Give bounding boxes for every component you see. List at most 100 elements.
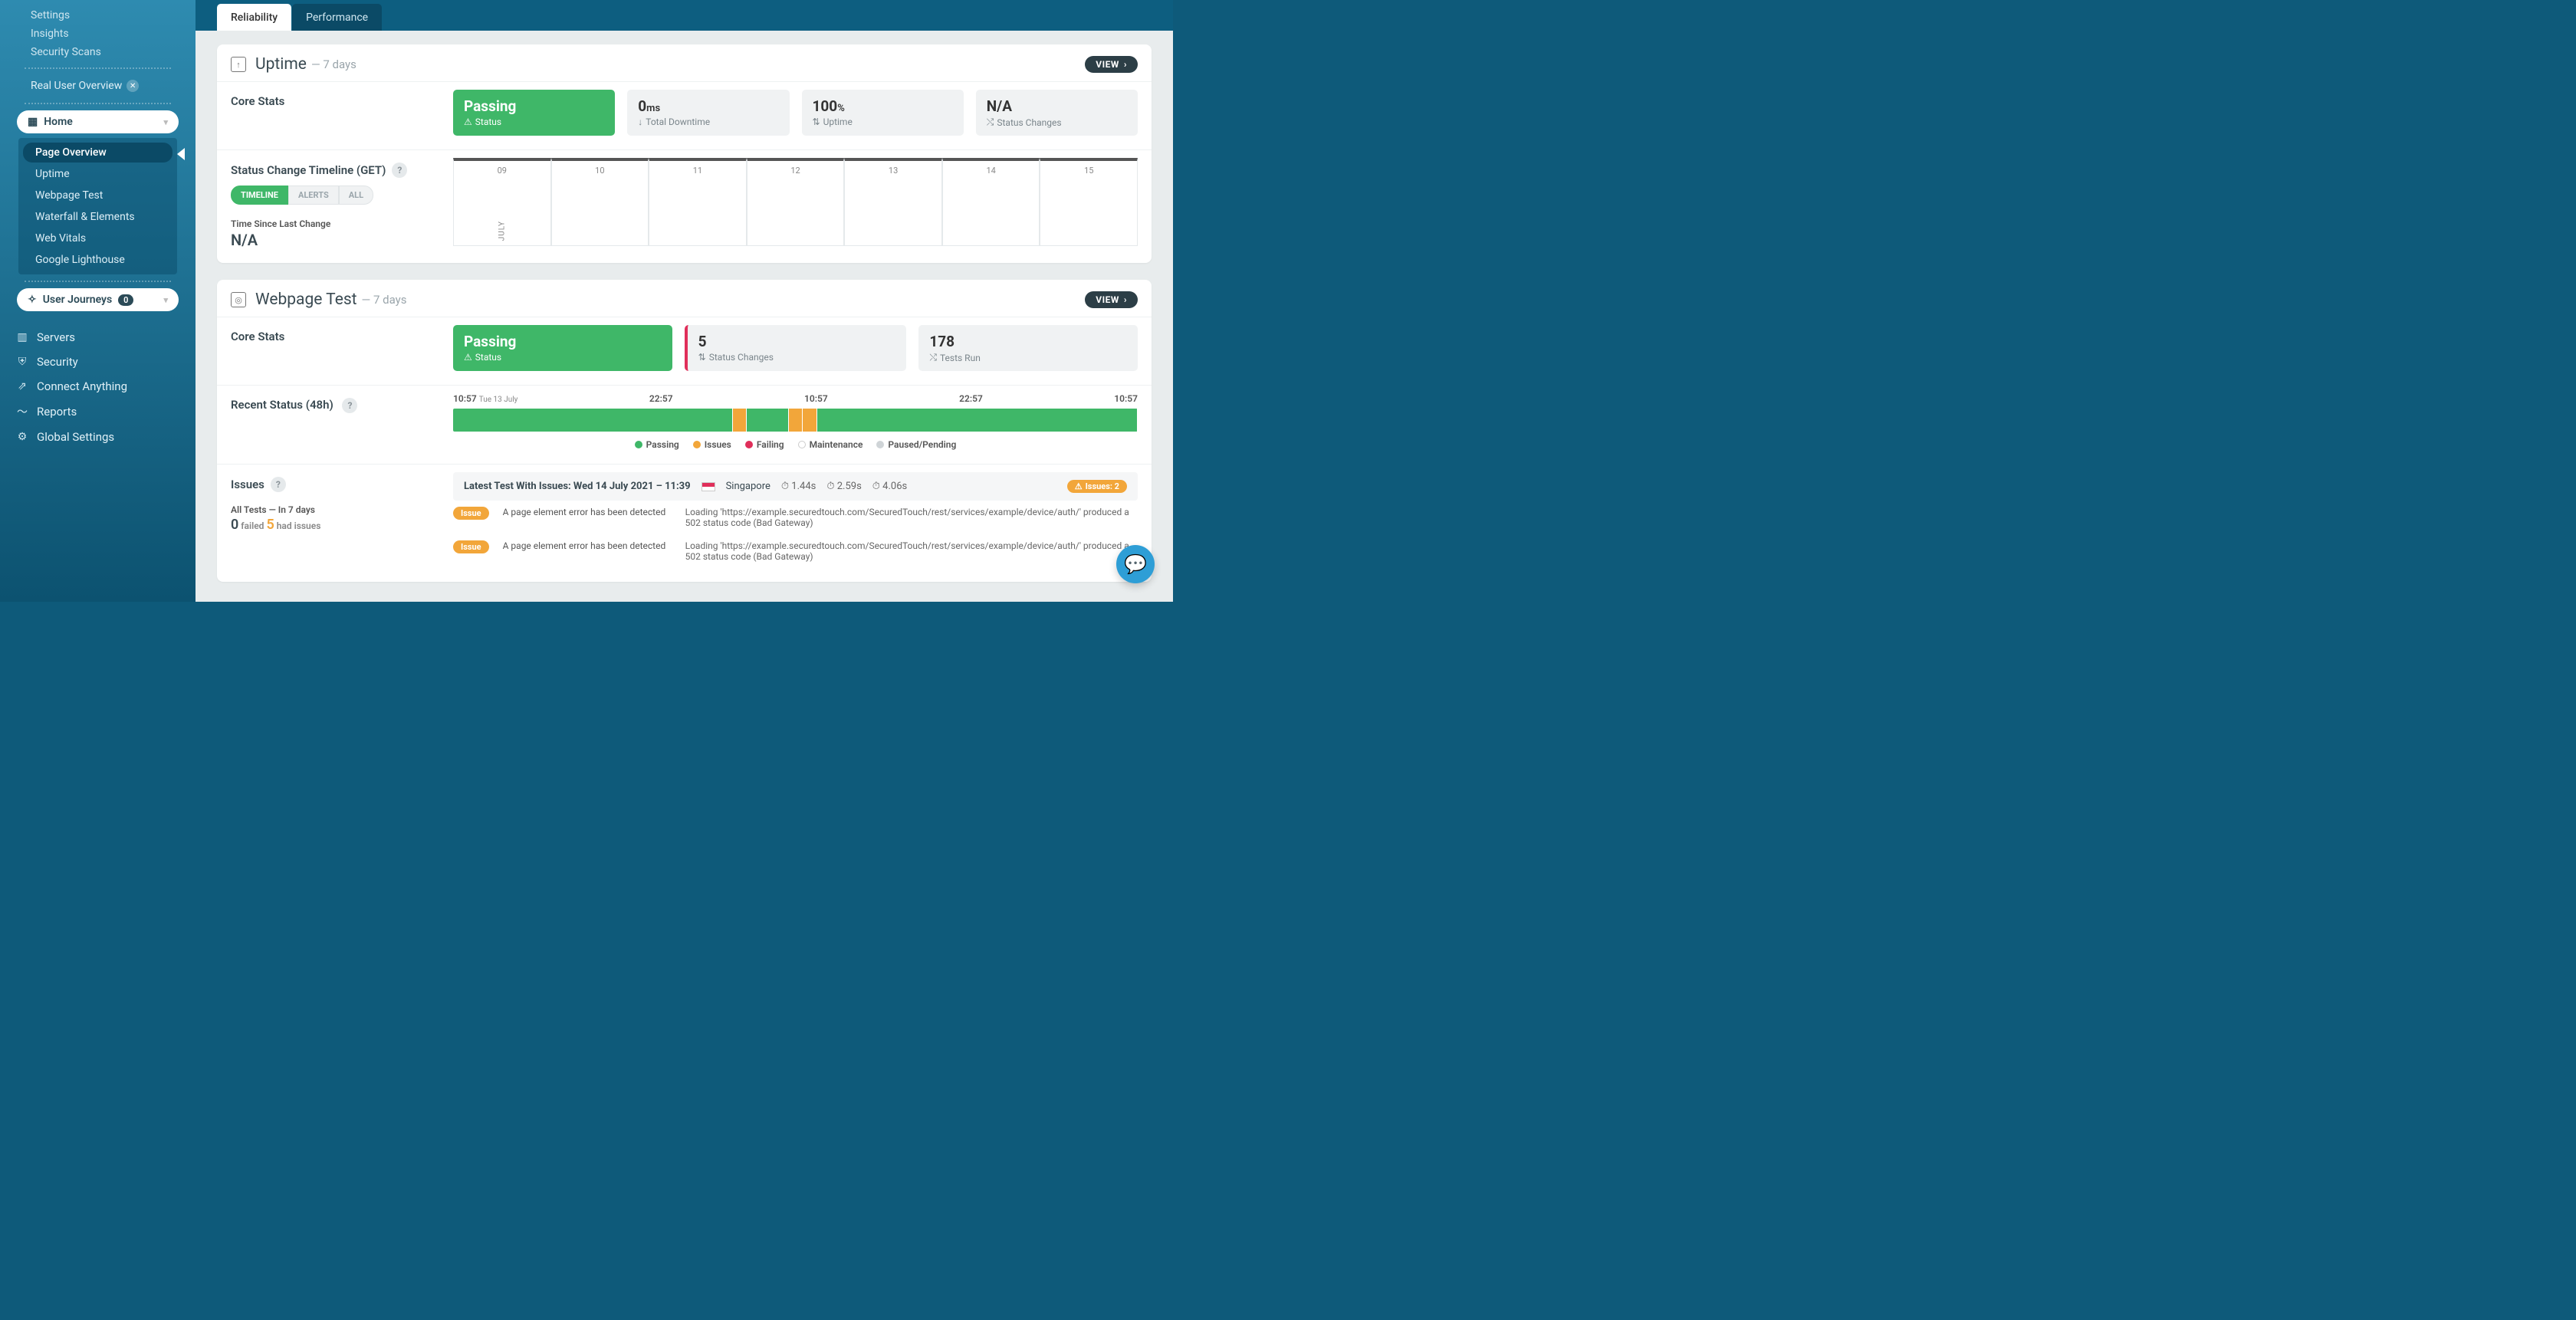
nav-connect[interactable]: ⇗Connect Anything — [9, 374, 186, 399]
sidebar-item-real-user-overview[interactable]: Real User Overview ✕ — [9, 75, 186, 97]
since-value: N/A — [231, 231, 453, 249]
status-segment — [747, 409, 787, 432]
close-icon[interactable]: ✕ — [127, 80, 139, 92]
had-word: had issues — [277, 520, 321, 531]
legend-issues: Issues — [693, 439, 731, 450]
content-area: ↑ Uptime — 7 days VIEW › Core Stats Pass… — [196, 31, 1173, 602]
subnav-web-vitals[interactable]: Web Vitals — [23, 228, 172, 248]
tab-performance[interactable]: Performance — [292, 4, 382, 31]
all-tests-label: All Tests — In 7 days — [231, 504, 453, 515]
stat-cards: Passing ⚠Status 0ms ↓Total Downtime 100%… — [453, 90, 1138, 136]
servers-icon: ▥ — [15, 331, 29, 343]
stat-value: Passing — [464, 97, 604, 115]
nav-reports[interactable]: 〜Reports — [9, 399, 186, 425]
issue-detail: Loading 'https://example.securedtouch.co… — [685, 540, 1138, 562]
day-label: 14 — [943, 166, 1040, 176]
time-label: 10:57 — [453, 393, 477, 404]
help-icon[interactable]: ? — [271, 477, 286, 492]
status-bar[interactable] — [453, 409, 1138, 432]
timeline-day: 13 — [844, 158, 942, 246]
view-button[interactable]: VIEW › — [1085, 291, 1138, 308]
journeys-icon: ✧ — [28, 294, 37, 306]
issue-message: A page element error has been detected — [503, 507, 672, 528]
sidebar-item-insights[interactable]: Insights — [9, 25, 186, 43]
issue-item[interactable]: Issue A page element error has been dete… — [453, 534, 1138, 568]
legend-label: Passing — [646, 439, 679, 450]
panel-header: ↑ Uptime — 7 days VIEW › — [217, 44, 1152, 81]
home-pill[interactable]: ▦ Home ▾ — [17, 110, 179, 133]
chevron-right-icon: › — [1124, 59, 1127, 70]
stat-downtime: 0ms ↓Total Downtime — [627, 90, 789, 136]
subnav-page-overview[interactable]: Page Overview — [23, 143, 172, 163]
location-label: Singapore — [726, 481, 770, 492]
issue-item[interactable]: Issue A page element error has been dete… — [453, 501, 1138, 534]
metric-2: ⏱ 2.59s — [826, 481, 861, 492]
stat-value: Passing — [464, 333, 662, 350]
help-icon[interactable]: ? — [392, 163, 407, 178]
stat-label: Status — [475, 352, 501, 363]
view-button[interactable]: VIEW › — [1085, 56, 1138, 73]
legend-label: Maintenance — [810, 439, 863, 450]
chevron-down-icon: ▾ — [163, 295, 168, 305]
timeline-day: 11 — [649, 158, 747, 246]
issues-count-badge: ⚠ Issues: 2 — [1067, 480, 1127, 493]
divider — [25, 281, 171, 282]
day-label: 12 — [748, 166, 844, 176]
panel-period: — 7 days — [311, 57, 356, 71]
updown-icon: ⇅ — [813, 117, 820, 127]
divider — [25, 67, 171, 69]
sidebar-item-settings[interactable]: Settings — [9, 6, 186, 25]
sidebar-item-security-scans[interactable]: Security Scans — [9, 43, 186, 61]
dot-icon — [635, 441, 642, 448]
status-legend: Passing Issues Failing Maintenance Pause… — [453, 439, 1138, 450]
down-arrow-icon: ↓ — [638, 117, 642, 127]
legend-maintenance: Maintenance — [798, 439, 863, 450]
user-journeys-pill[interactable]: ✧ User Journeys 0 ▾ — [17, 288, 179, 311]
timeline-track[interactable]: 09JULY 10 11 12 13 14 15 — [453, 158, 1138, 246]
issues-sidebar: Issues ? All Tests — In 7 days 0 failed … — [231, 472, 453, 568]
recent-label: Recent Status (48h) — [231, 398, 334, 412]
stat-label: Tests Run — [940, 353, 981, 363]
nav-global-settings[interactable]: ⚙Global Settings — [9, 425, 186, 449]
timeline-day: 09JULY — [453, 158, 551, 246]
row-label: Recent Status (48h) ? — [231, 393, 453, 450]
row-label: Core Stats — [231, 325, 453, 371]
chat-button[interactable]: 💬 — [1116, 545, 1155, 583]
help-icon[interactable]: ? — [342, 398, 357, 413]
stat-status: Passing ⚠Status — [453, 325, 672, 371]
nav-servers[interactable]: ▥ Servers — [9, 325, 186, 350]
nav-security[interactable]: ⛨Security — [9, 350, 186, 374]
webpage-test-icon: ◎ — [231, 292, 246, 307]
stat-unit: % — [837, 103, 845, 114]
subnav-waterfall[interactable]: Waterfall & Elements — [23, 207, 172, 227]
time-label: 10:57 — [804, 393, 828, 404]
filter-all[interactable]: ALL — [339, 186, 373, 205]
filter-timeline[interactable]: TIMELINE — [231, 186, 288, 205]
core-stats-row: Core Stats Passing ⚠Status 5 ⇅Status Cha… — [217, 317, 1152, 385]
stat-value: 178 — [929, 333, 1127, 350]
tab-reliability[interactable]: Reliability — [217, 4, 291, 31]
webpage-test-panel: ◎ Webpage Test — 7 days VIEW › Core Stat… — [217, 280, 1152, 582]
month-label: JULY — [498, 221, 506, 241]
timeline-title: Status Change Timeline (GET) — [231, 163, 386, 177]
legend-paused: Paused/Pending — [876, 439, 956, 450]
time-label: 22:57 — [649, 393, 673, 404]
subnav-uptime[interactable]: Uptime — [23, 164, 172, 184]
flag-icon — [702, 482, 715, 491]
reports-icon: 〜 — [15, 404, 29, 419]
stat-uptime: 100% ⇅Uptime — [802, 90, 964, 136]
nav-label: Servers — [37, 330, 75, 344]
time-label: 22:57 — [959, 393, 983, 404]
subnav-webpage-test[interactable]: Webpage Test — [23, 186, 172, 205]
all-tests-summary: All Tests — In 7 days 0 failed 5 had iss… — [231, 504, 453, 533]
day-label: 15 — [1040, 166, 1137, 176]
issue-message: A page element error has been detected — [503, 540, 672, 562]
status-segment — [453, 409, 732, 432]
stat-label: Uptime — [823, 117, 853, 127]
sidebar-item-label: Real User Overview — [31, 80, 122, 92]
subnav-lighthouse[interactable]: Google Lighthouse — [23, 250, 172, 270]
filter-alerts[interactable]: ALERTS — [288, 186, 339, 205]
pill-label: User Journeys — [43, 294, 112, 306]
core-stats-row: Core Stats Passing ⚠Status 0ms ↓Total Do… — [217, 81, 1152, 149]
issue-tag: Issue — [453, 507, 489, 520]
